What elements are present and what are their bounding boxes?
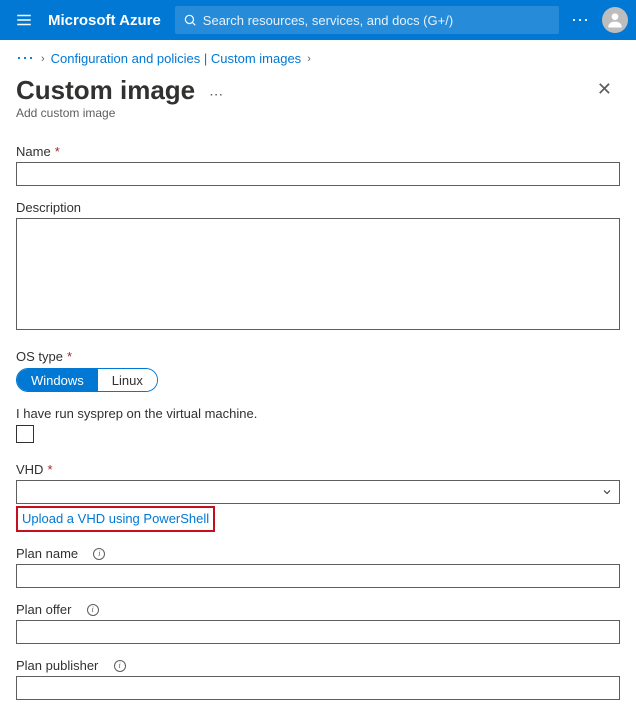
description-input[interactable] (16, 218, 620, 330)
field-os-type: OS type * Windows Linux (16, 349, 620, 392)
os-linux-button[interactable]: Linux (98, 369, 157, 391)
field-name: Name * (16, 144, 620, 186)
plan-publisher-label: Plan publisher i (16, 658, 620, 673)
page-subtitle: Add custom image (16, 106, 620, 120)
breadcrumb-ellipsis[interactable]: ⋯ (16, 48, 35, 69)
info-icon[interactable]: i (87, 604, 99, 616)
required-asterisk: * (67, 349, 72, 364)
hamburger-menu-icon[interactable] (8, 4, 40, 36)
plan-offer-label: Plan offer i (16, 602, 620, 617)
os-windows-button[interactable]: Windows (17, 369, 98, 391)
search-icon (183, 13, 197, 27)
name-input[interactable] (16, 162, 620, 186)
azure-topbar: Microsoft Azure ⋯ (0, 0, 636, 40)
chevron-right-icon: › (307, 53, 311, 65)
os-type-label: OS type * (16, 349, 620, 364)
required-asterisk: * (47, 462, 52, 477)
page-title: Custom image (16, 75, 195, 106)
upload-vhd-highlight: Upload a VHD using PowerShell (16, 506, 215, 532)
title-more-button[interactable]: ⋯ (209, 86, 223, 103)
search-input[interactable] (203, 13, 551, 28)
chevron-right-icon: › (41, 53, 45, 65)
breadcrumb-link[interactable]: Configuration and policies | Custom imag… (51, 51, 302, 66)
name-label: Name * (16, 144, 620, 159)
global-search[interactable] (175, 6, 559, 34)
close-button[interactable]: ✕ (589, 75, 620, 104)
plan-name-label: Plan name i (16, 546, 620, 561)
vhd-select[interactable] (16, 480, 620, 504)
sysprep-label: I have run sysprep on the virtual machin… (16, 406, 620, 421)
plan-name-input[interactable] (16, 564, 620, 588)
user-avatar[interactable] (602, 7, 628, 33)
required-asterisk: * (55, 144, 60, 159)
field-sysprep: I have run sysprep on the virtual machin… (16, 406, 620, 448)
chevron-down-icon (601, 486, 613, 498)
breadcrumb: ⋯ › Configuration and policies | Custom … (0, 40, 636, 71)
person-icon (605, 10, 625, 30)
field-plan-publisher: Plan publisher i (16, 658, 620, 700)
os-type-toggle: Windows Linux (16, 368, 158, 392)
brand-label: Microsoft Azure (48, 12, 161, 29)
vhd-label: VHD * (16, 462, 620, 477)
topbar-more-button[interactable]: ⋯ (571, 10, 590, 31)
info-icon[interactable]: i (93, 548, 105, 560)
plan-offer-input[interactable] (16, 620, 620, 644)
field-description: Description (16, 200, 620, 335)
field-vhd: VHD * Upload a VHD using PowerShell (16, 462, 620, 532)
field-plan-offer: Plan offer i (16, 602, 620, 644)
plan-publisher-input[interactable] (16, 676, 620, 700)
description-label: Description (16, 200, 620, 215)
sysprep-checkbox[interactable] (16, 425, 34, 443)
upload-vhd-link[interactable]: Upload a VHD using PowerShell (22, 511, 209, 526)
info-icon[interactable]: i (114, 660, 126, 672)
field-plan-name: Plan name i (16, 546, 620, 588)
